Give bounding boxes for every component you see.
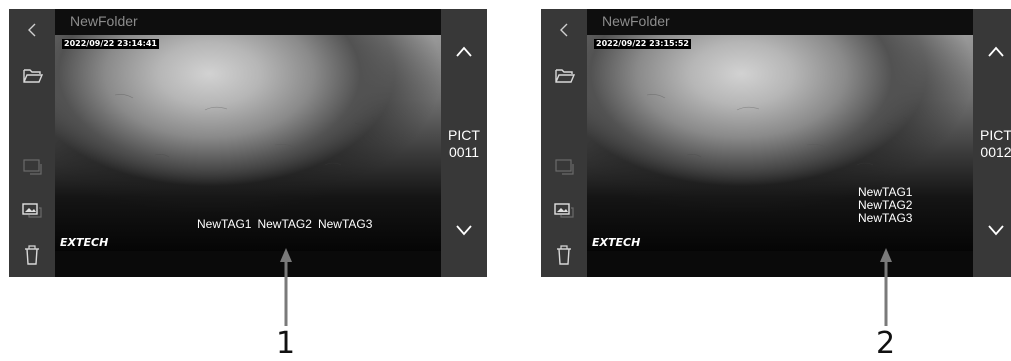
folder-name: NewFolder — [70, 13, 138, 29]
capture-timestamp: 2022/09/22 23:14:41 — [62, 39, 159, 49]
camera-screen-2: NewFolder 2022/09/22 23:15:52 NewTAG1 Ne… — [541, 9, 1011, 277]
camera-screen-1: NewFolder 2022/09/22 23:14:41 NewTAG1 New… — [9, 9, 487, 277]
chevron-up-icon[interactable] — [987, 45, 1005, 59]
tag-label: NewTAG3 — [317, 217, 373, 231]
brand-logo: EXTECH — [592, 236, 641, 249]
picture-number: PICT 0011 — [441, 127, 487, 161]
chevron-down-icon[interactable] — [455, 223, 473, 237]
picture-number: PICT 0012 — [973, 127, 1011, 161]
trash-icon[interactable] — [555, 244, 573, 266]
chevron-left-icon[interactable] — [26, 21, 38, 39]
captured-image: 2022/09/22 23:14:41 NewTAG1 NewTAG2 NewTAG… — [55, 35, 441, 251]
image-frame-icon[interactable] — [554, 158, 576, 176]
picture-label-index: 0012 — [980, 144, 1011, 160]
brand-logo: EXTECH — [60, 236, 109, 249]
picture-label-index: 0011 — [448, 144, 480, 160]
tag-list: NewTAG1 NewTAG2 NewTAG3 — [858, 186, 912, 225]
left-toolbar — [9, 9, 55, 277]
chevron-up-icon[interactable] — [455, 45, 473, 59]
callout-arrow-2 — [880, 248, 892, 326]
picture-label-prefix: PICT — [980, 127, 1011, 143]
tag-label: NewTAG3 — [858, 211, 913, 225]
callout-number-1: 1 — [276, 326, 296, 361]
capture-timestamp: 2022/09/22 23:15:52 — [594, 39, 691, 49]
surface-texture — [646, 94, 907, 166]
image-frame-icon[interactable] — [22, 158, 44, 176]
right-toolbar: PICT 0012 — [973, 9, 1011, 277]
tag-list: NewTAG1 NewTAG2 NewTAG3 — [197, 217, 378, 231]
folder-open-icon[interactable] — [22, 66, 44, 84]
status-bar — [55, 251, 441, 277]
left-toolbar — [541, 9, 587, 277]
title-bar: NewFolder — [587, 9, 973, 35]
status-bar — [587, 251, 973, 277]
tag-label: NewTAG1 — [197, 217, 252, 231]
tag-label: NewTAG2 — [257, 217, 312, 231]
folder-open-icon[interactable] — [554, 66, 576, 84]
title-bar: NewFolder — [55, 9, 441, 35]
callout-number-2: 2 — [876, 326, 896, 361]
trash-icon[interactable] — [23, 244, 41, 266]
right-toolbar: PICT 0011 — [441, 9, 487, 277]
callout-arrow-1 — [280, 248, 292, 326]
gallery-icon[interactable] — [21, 202, 45, 220]
gallery-icon[interactable] — [553, 202, 577, 220]
chevron-down-icon[interactable] — [987, 223, 1005, 237]
chevron-left-icon[interactable] — [558, 21, 570, 39]
captured-image: 2022/09/22 23:15:52 NewTAG1 NewTAG2 NewT… — [587, 35, 973, 251]
folder-name: NewFolder — [602, 13, 670, 29]
picture-label-prefix: PICT — [448, 127, 480, 143]
